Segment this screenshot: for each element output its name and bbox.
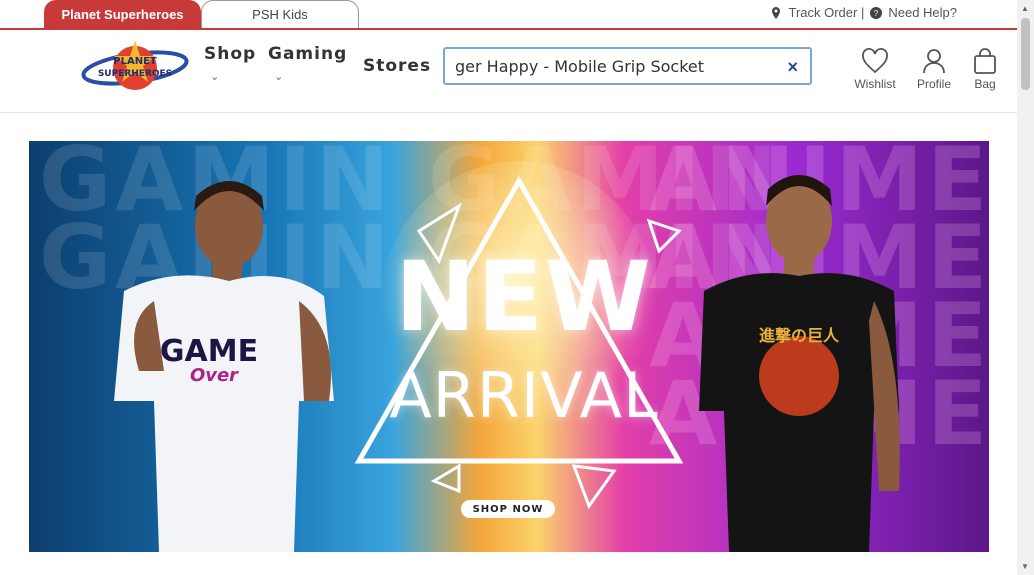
bag-label: Bag xyxy=(974,77,996,91)
tee-text-game: GAME xyxy=(160,334,258,369)
planet-superheroes-logo[interactable]: PLANET SUPERHEROES xyxy=(80,36,190,100)
top-links: Track Order | ? Need Help? xyxy=(770,5,957,20)
heart-icon xyxy=(862,48,888,74)
wishlist-button[interactable]: Wishlist xyxy=(849,48,901,91)
tab-psh-kids[interactable]: PSH Kids xyxy=(201,0,359,28)
tee-text-over: Over xyxy=(190,365,239,386)
help-icon: ? xyxy=(870,6,883,19)
nav-gaming-label: Gaming xyxy=(268,44,348,64)
track-order-link[interactable]: Track Order | xyxy=(788,5,864,20)
site-header: PLANET SUPERHEROES Shop ⌄ Gaming ⌄ Store… xyxy=(0,30,1017,113)
profile-label: Profile xyxy=(916,77,951,91)
nav-shop-label: Shop xyxy=(204,44,257,64)
bag-button[interactable]: Bag xyxy=(959,48,1011,91)
search-input[interactable] xyxy=(455,55,765,77)
chevron-down-icon: ⌄ xyxy=(274,70,285,83)
nav-shop[interactable]: Shop ⌄ xyxy=(204,44,256,83)
model-left: GAME Over xyxy=(114,181,334,552)
nav-stores-label: Stores xyxy=(363,56,432,76)
nav-stores[interactable]: Stores xyxy=(363,56,431,76)
scroll-down-icon[interactable]: ▼ xyxy=(1021,562,1029,571)
user-icon xyxy=(923,49,945,74)
tab-planet-superheroes[interactable]: Planet Superheroes xyxy=(44,0,201,28)
profile-button[interactable]: Profile xyxy=(908,48,960,91)
banner-title-new: NEW xyxy=(395,241,653,353)
logo-text-line2: SUPERHEROES xyxy=(98,69,172,79)
new-arrival-banner[interactable]: GAMIN GAMIN GAMIN GAMIN ANIME ANIME ANIM… xyxy=(29,141,989,552)
location-pin-icon xyxy=(772,6,781,19)
scroll-up-icon[interactable]: ▲ xyxy=(1021,4,1029,13)
clear-search-icon[interactable]: × xyxy=(787,57,798,78)
svg-text:?: ? xyxy=(874,9,879,18)
chevron-down-icon: ⌄ xyxy=(210,70,221,83)
search-box: × xyxy=(443,47,812,85)
tee-text-kanji: 進撃の巨人 xyxy=(759,326,840,345)
logo-text-line1: PLANET xyxy=(113,56,157,67)
model-right: 進撃の巨人 xyxy=(699,175,900,552)
page-scrollbar[interactable]: ▲ ▼ xyxy=(1017,0,1034,575)
bag-icon xyxy=(974,48,996,74)
need-help-link[interactable]: Need Help? xyxy=(888,5,957,20)
top-bar: Planet Superheroes PSH Kids Track Order … xyxy=(0,0,1017,30)
banner-title-arrival: ARRIVAL xyxy=(389,359,659,432)
wishlist-label: Wishlist xyxy=(854,77,896,91)
shop-now-button[interactable]: SHOP NOW xyxy=(461,500,555,518)
nav-gaming[interactable]: Gaming ⌄ xyxy=(268,44,347,83)
scrollbar-thumb[interactable] xyxy=(1021,18,1030,90)
